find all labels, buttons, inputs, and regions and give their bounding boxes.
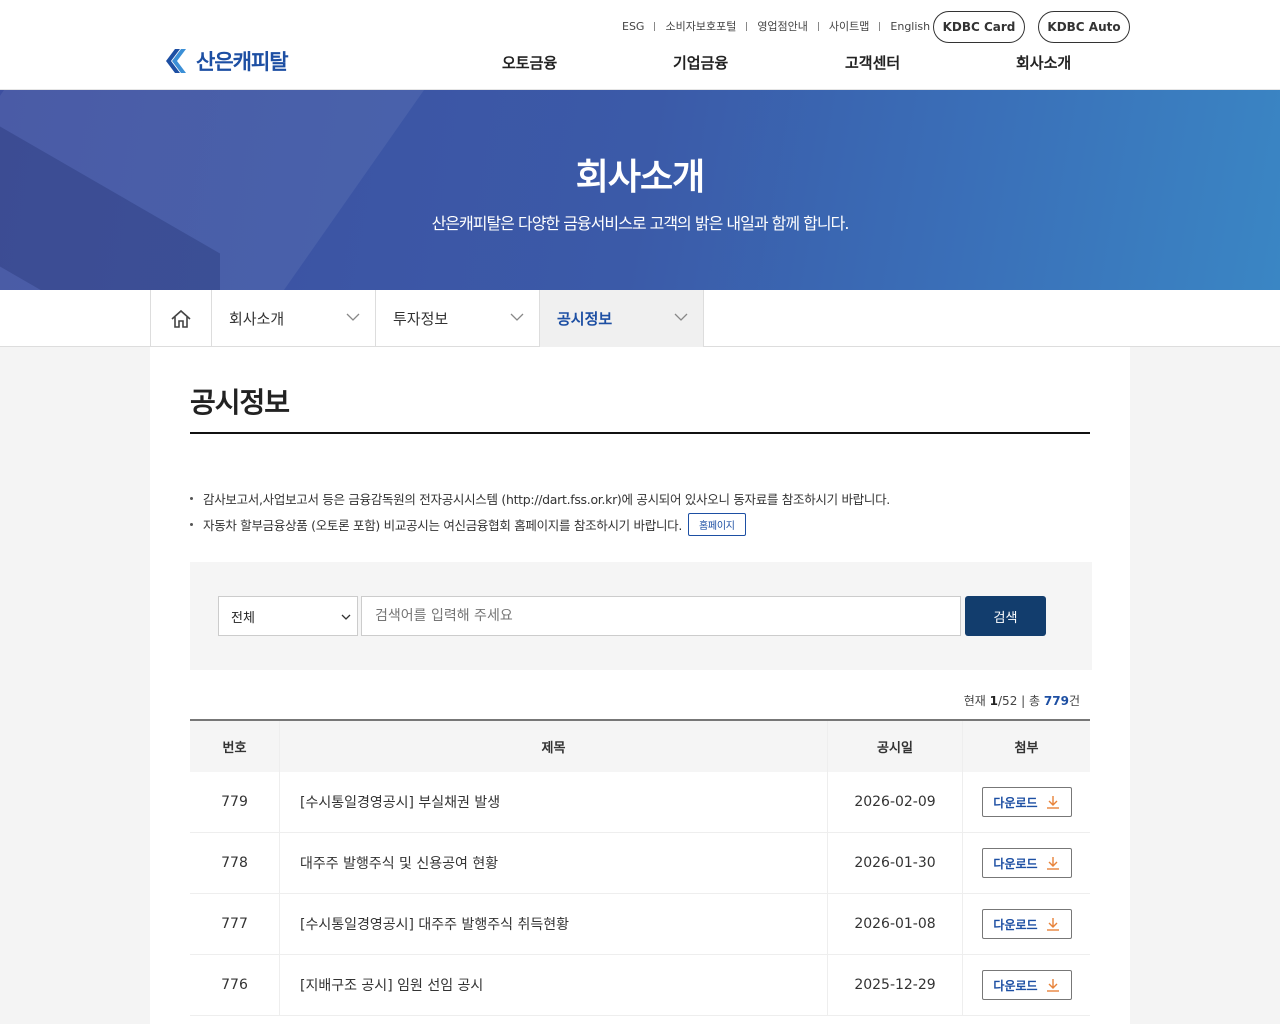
download-button[interactable]: 다운로드 [981, 909, 1072, 939]
lnb-item-label: 공시정보 [557, 310, 613, 328]
row-number: 777 [190, 894, 280, 954]
row-date: 2025-12-29 [828, 955, 963, 1015]
chevron-down-icon [346, 313, 360, 321]
kdbc-auto-button[interactable]: KDBC Auto [1038, 11, 1130, 43]
util-divider [879, 21, 881, 31]
chevron-down-icon [341, 614, 351, 620]
download-icon [1046, 918, 1059, 931]
total-pages: /52 [998, 694, 1018, 708]
util-link-branches[interactable]: 영업점안내 [757, 18, 808, 34]
site-header: 산은캐피탈 ESG 소비자보호포털 영업점안내 사이트맵 English KDB… [0, 0, 1280, 90]
notice-item: 감사보고서,사업보고서 등은 금융감독원의 전자공시시스템 (http://da… [190, 489, 890, 508]
chevron-down-icon [674, 313, 688, 321]
nav-corporate-finance[interactable]: 기업금융 [673, 52, 728, 73]
search-button[interactable]: 검색 [965, 596, 1046, 636]
header-title: 제목 [280, 721, 828, 772]
util-link-english[interactable]: English [890, 20, 930, 33]
notice-text: 자동차 할부금융상품 (오토론 포함) 비교공시는 여신금융협회 홈페이지를 참… [203, 518, 683, 533]
banner-title: 회사소개 [575, 157, 705, 198]
title-divider [190, 432, 1090, 434]
lnb-disclosure-dropdown[interactable]: 공시정보 [540, 290, 704, 347]
table-row: 776 [지배구조 공시] 임원 선임 공시 2025-12-29 다운로드 [190, 955, 1090, 1016]
table-row: 777 [수시통일경영공시] 대주주 발행주식 취득현황 2026-01-08 다운로… [190, 894, 1090, 955]
lnb-investor-info-dropdown[interactable]: 투자정보 [376, 290, 540, 347]
total-count: 779 [1043, 694, 1069, 708]
row-title-link[interactable]: [수시통일경영공시] 부실채권 발생 [280, 772, 828, 832]
current-page: 1 [989, 694, 999, 708]
lnb-item-label: 회사소개 [229, 310, 285, 328]
header-date: 공시일 [828, 721, 963, 772]
total-label: | 총 [1021, 694, 1041, 708]
download-button[interactable]: 다운로드 [981, 787, 1072, 817]
select-value: 전체 [231, 610, 255, 626]
search-input[interactable] [361, 596, 961, 636]
download-label: 다운로드 [993, 978, 1038, 993]
disclosure-table: 번호 제목 공시일 첨부 779 [수시통일경영공시] 부실채권 발생 2026-0… [190, 719, 1090, 1016]
nav-customer-center[interactable]: 고객센터 [845, 52, 900, 73]
row-attachment: 다운로드 [963, 772, 1090, 832]
download-label: 다운로드 [993, 917, 1038, 932]
banner-subtitle: 산은캐피탈은 다양한 금융서비스로 고객의 밝은 내일과 함께 합니다. [431, 214, 850, 233]
row-attachment: 다운로드 [963, 833, 1090, 893]
homepage-link-button[interactable]: 홈페이지 [688, 513, 746, 536]
table-row: 778 대주주 발행주식 및 신용공여 현황 2026-01-30 다운로드 [190, 833, 1090, 894]
download-icon [1046, 796, 1059, 809]
header-no: 번호 [190, 721, 280, 772]
util-divider [817, 21, 819, 31]
util-link-esg[interactable]: ESG [622, 20, 644, 33]
download-label: 다운로드 [993, 856, 1038, 871]
result-count: 현재 1/52 | 총 779건 [964, 692, 1080, 709]
download-button[interactable]: 다운로드 [981, 848, 1072, 878]
notice-text: 감사보고서,사업보고서 등은 금융감독원의 전자공시시스템 (http://da… [203, 492, 890, 507]
bullet [190, 497, 193, 500]
kdbc-card-button[interactable]: KDBC Card [933, 11, 1025, 43]
nav-auto-finance[interactable]: 오토금융 [502, 52, 557, 73]
row-date: 2026-01-30 [828, 833, 963, 893]
header-attach: 첨부 [1014, 741, 1039, 756]
bullet [190, 523, 193, 526]
download-icon [1046, 979, 1059, 992]
row-attachment: 다운로드 [963, 894, 1090, 954]
location-nav: 회사소개 투자정보 공시정보 [0, 290, 1280, 347]
row-attachment: 다운로드 [963, 955, 1090, 1015]
row-date: 2026-02-09 [828, 772, 963, 832]
nav-company-intro[interactable]: 회사소개 [1016, 52, 1071, 73]
table-row: 779 [수시통일경영공시] 부실채권 발생 2026-02-09 다운로드 [190, 772, 1090, 833]
download-button[interactable]: 다운로드 [981, 970, 1072, 1000]
home-icon [171, 309, 191, 328]
row-number: 776 [190, 955, 280, 1015]
search-category-select[interactable]: 전체 [218, 596, 358, 636]
search-panel: 전체 검색 [190, 562, 1092, 670]
row-title-link[interactable]: 대주주 발행주식 및 신용공여 현황 [280, 833, 828, 893]
hero-banner: 회사소개 산은캐피탈은 다양한 금융서비스로 고객의 밝은 내일과 함께 합니다… [0, 90, 1280, 290]
count-suffix: 건 [1068, 694, 1080, 708]
chevron-down-icon [510, 313, 524, 321]
util-link-sitemap[interactable]: 사이트맵 [829, 18, 869, 34]
main-content: 공시정보 감사보고서,사업보고서 등은 금융감독원의 전자공시시스템 (http… [150, 347, 1130, 1024]
row-number: 779 [190, 772, 280, 832]
table-header: 번호 제목 공시일 첨부 [190, 721, 1090, 772]
row-date: 2026-01-08 [828, 894, 963, 954]
lnb-item-label: 투자정보 [393, 310, 449, 328]
row-title-link[interactable]: [수시통일경영공시] 대주주 발행주식 취득현황 [280, 894, 828, 954]
count-prefix: 현재 [963, 694, 986, 708]
util-divider [746, 21, 748, 31]
download-icon [1046, 857, 1059, 870]
utility-links: ESG 소비자보호포털 영업점안내 사이트맵 English [622, 18, 930, 34]
row-title-link[interactable]: [지배구조 공시] 임원 선임 공시 [280, 955, 828, 1015]
row-number: 778 [190, 833, 280, 893]
main-nav: 오토금융 기업금융 고객센터 회사소개 [0, 52, 1280, 72]
lnb-company-intro-dropdown[interactable]: 회사소개 [212, 290, 376, 347]
download-label: 다운로드 [993, 795, 1038, 810]
notice-item: 자동차 할부금융상품 (오토론 포함) 비교공시는 여신금융협회 홈페이지를 참… [190, 513, 746, 536]
page-title: 공시정보 [190, 386, 290, 419]
util-link-consumer-portal[interactable]: 소비자보호포털 [665, 18, 736, 34]
util-divider [654, 21, 656, 31]
home-button[interactable] [150, 290, 212, 347]
